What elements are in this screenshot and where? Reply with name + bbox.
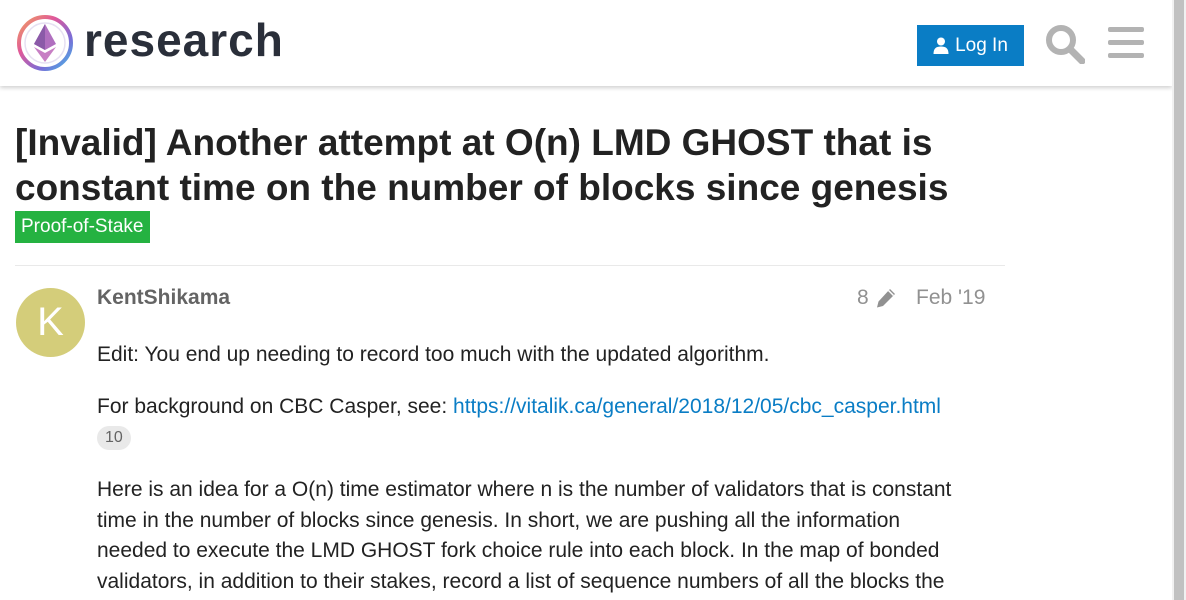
link-click-count-badge: 10 xyxy=(97,426,131,450)
post-author[interactable]: KentShikama xyxy=(97,286,230,310)
login-label: Log In xyxy=(955,34,1008,56)
category-badge[interactable]: Proof-of-Stake xyxy=(15,211,150,243)
paragraph-line: validators, in addition to their stakes,… xyxy=(97,569,945,593)
avatar[interactable]: K xyxy=(16,288,85,357)
post-paragraph: For background on CBC Casper, see: https… xyxy=(97,392,941,423)
topic-title[interactable]: [Invalid] Another attempt at O(n) LMD GH… xyxy=(15,120,1015,210)
site-logo[interactable]: research xyxy=(16,14,284,72)
hamburger-menu-icon[interactable] xyxy=(1108,27,1144,59)
scrollbar-thumb[interactable] xyxy=(1174,0,1184,600)
post-paragraph: Edit: You end up needing to record too m… xyxy=(97,343,770,366)
post-date[interactable]: Feb '19 xyxy=(916,286,985,310)
post-paragraph: Here is an idea for a O(n) time estimato… xyxy=(97,475,997,597)
background-link[interactable]: https://vitalik.ca/general/2018/12/05/cb… xyxy=(453,395,941,418)
paragraph-line: time in the number of blocks since genes… xyxy=(97,508,901,532)
user-icon xyxy=(933,37,949,54)
edit-count: 8 xyxy=(857,286,869,309)
site-title: research xyxy=(84,14,284,66)
paragraph-line: Here is an idea for a O(n) time estimato… xyxy=(97,478,952,501)
paragraph-text: For background on CBC Casper, see: xyxy=(97,395,454,418)
edit-history-button[interactable]: 8 xyxy=(857,286,897,310)
paragraph-line: needed to execute the LMD GHOST fork cho… xyxy=(97,539,940,562)
ethereum-logo-icon xyxy=(17,15,73,71)
search-icon[interactable] xyxy=(1045,24,1085,64)
login-button[interactable]: Log In xyxy=(917,25,1024,66)
divider xyxy=(15,265,1005,266)
site-header: research Log In xyxy=(0,0,1172,86)
vertical-scrollbar[interactable] xyxy=(1172,0,1186,600)
pencil-icon xyxy=(876,289,895,308)
